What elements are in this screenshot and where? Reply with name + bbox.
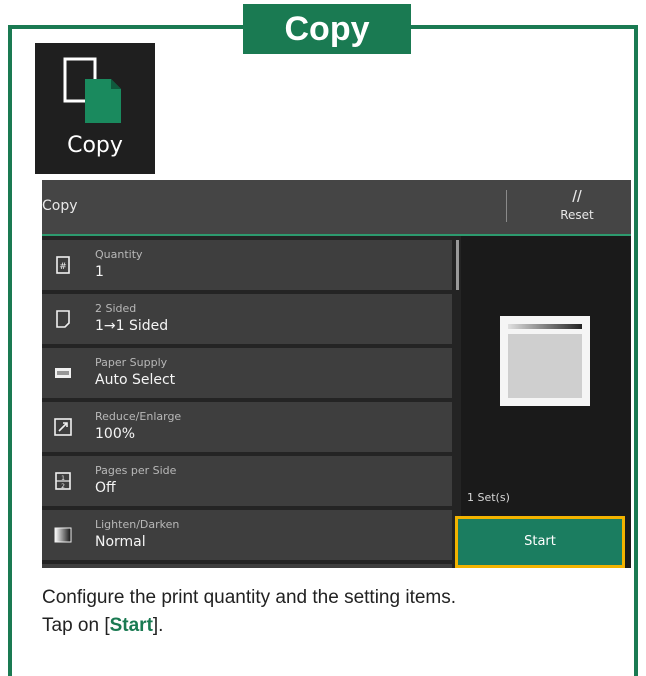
- setting-value: 1: [95, 264, 104, 280]
- setting-label: Reduce/Enlarge: [95, 410, 182, 423]
- start-button[interactable]: Start: [455, 516, 625, 568]
- sets-count: 1 Set(s): [467, 491, 510, 504]
- setting-value: 100%: [95, 426, 136, 442]
- preview-content: [508, 334, 582, 398]
- setting-label: 2 Sided: [95, 302, 137, 315]
- frame-top-left: [8, 25, 244, 29]
- setting-next-partial[interactable]: [42, 564, 452, 568]
- setting-quantity[interactable]: # Quantity 1: [42, 240, 452, 290]
- instructions: Configure the print quantity and the set…: [42, 584, 632, 640]
- instructions-suffix: ].: [152, 615, 164, 636]
- two-sided-icon: [56, 310, 70, 328]
- setting-value: 1→1 Sided: [95, 318, 169, 334]
- setting-value: Auto Select: [95, 372, 176, 388]
- paper-tray-icon: [55, 368, 71, 378]
- setting-value: Off: [95, 480, 116, 496]
- screen-title: Copy: [42, 198, 78, 214]
- preview-thumbnail: [500, 316, 590, 406]
- instructions-line-1: Configure the print quantity and the set…: [42, 587, 457, 608]
- instructions-line-2: Tap on [Start].: [42, 612, 632, 640]
- setting-label: Paper Supply: [95, 356, 168, 369]
- svg-text:2: 2: [61, 483, 65, 490]
- instructions-prefix: Tap on [: [42, 615, 110, 636]
- lighten-darken-icon: [54, 527, 72, 543]
- banner-title: Copy: [243, 4, 411, 54]
- frame-right: [634, 25, 638, 676]
- copy-app-tile[interactable]: Copy: [35, 43, 155, 174]
- header-divider: [506, 190, 507, 222]
- copy-icon: [63, 57, 121, 123]
- instructions-start-highlight: Start: [109, 615, 153, 636]
- settings-scrollbar[interactable]: [456, 240, 459, 290]
- reduce-enlarge-icon: [54, 418, 72, 436]
- setting-label: Quantity: [95, 248, 143, 261]
- settings-list: # Quantity 1 2 Sided 1→1 Sided Paper Sup…: [42, 236, 452, 568]
- setting-reduce-enlarge[interactable]: Reduce/Enlarge 100%: [42, 402, 452, 452]
- reset-button[interactable]: // Reset: [547, 186, 607, 230]
- setting-label: Lighten/Darken: [95, 518, 180, 531]
- app-tile-label: Copy: [67, 133, 123, 158]
- screen-header: Copy // Reset: [42, 180, 631, 236]
- setting-2-sided[interactable]: 2 Sided 1→1 Sided: [42, 294, 452, 344]
- preview-header-bar: [508, 324, 582, 329]
- setting-lighten-darken[interactable]: Lighten/Darken Normal: [42, 510, 452, 560]
- setting-pages-per-side[interactable]: 1 2 Pages per Side Off: [42, 456, 452, 506]
- svg-text:1: 1: [61, 475, 65, 482]
- frame-top-right: [410, 25, 638, 29]
- setting-label: Pages per Side: [95, 464, 177, 477]
- setting-paper-supply[interactable]: Paper Supply Auto Select: [42, 348, 452, 398]
- pages-per-side-icon: 1 2: [55, 472, 71, 490]
- svg-text:#: #: [59, 262, 67, 272]
- quantity-icon: #: [56, 256, 70, 274]
- setting-value: Normal: [95, 534, 146, 550]
- copy-screen: Copy // Reset # Quantity 1 2 Sided 1→1 S…: [42, 180, 631, 568]
- reset-label: Reset: [560, 208, 594, 222]
- frame-left: [8, 25, 12, 676]
- reset-icon: //: [572, 187, 582, 206]
